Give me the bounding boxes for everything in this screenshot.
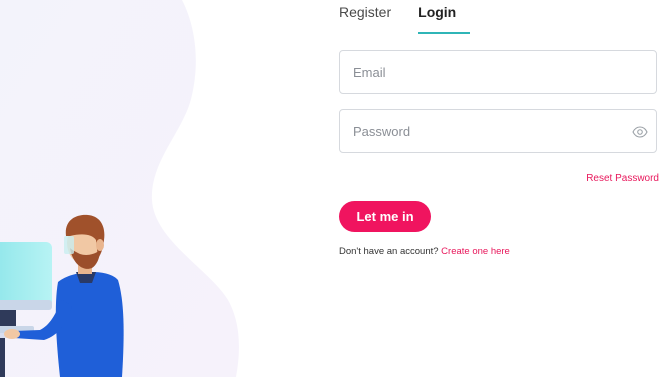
reset-password-link[interactable]: Reset Password <box>586 173 659 184</box>
person-at-computer-illustration <box>0 0 239 377</box>
eye-icon[interactable] <box>632 124 648 140</box>
password-field[interactable] <box>340 110 656 152</box>
login-button[interactable]: Let me in <box>339 201 431 232</box>
email-field[interactable] <box>340 51 656 93</box>
signup-prompt-line: Don't have an account? Create one here <box>339 246 510 257</box>
email-field-container <box>339 50 657 94</box>
auth-tabs: Register Login <box>339 0 471 34</box>
create-account-link[interactable]: Create one here <box>441 246 510 257</box>
password-field-container <box>339 109 657 153</box>
login-page: Register Login Reset Password Let me in … <box>0 0 670 377</box>
tab-register[interactable]: Register <box>339 0 391 30</box>
tab-login[interactable]: Login <box>418 0 471 34</box>
signup-prompt-text: Don't have an account? <box>339 246 439 257</box>
